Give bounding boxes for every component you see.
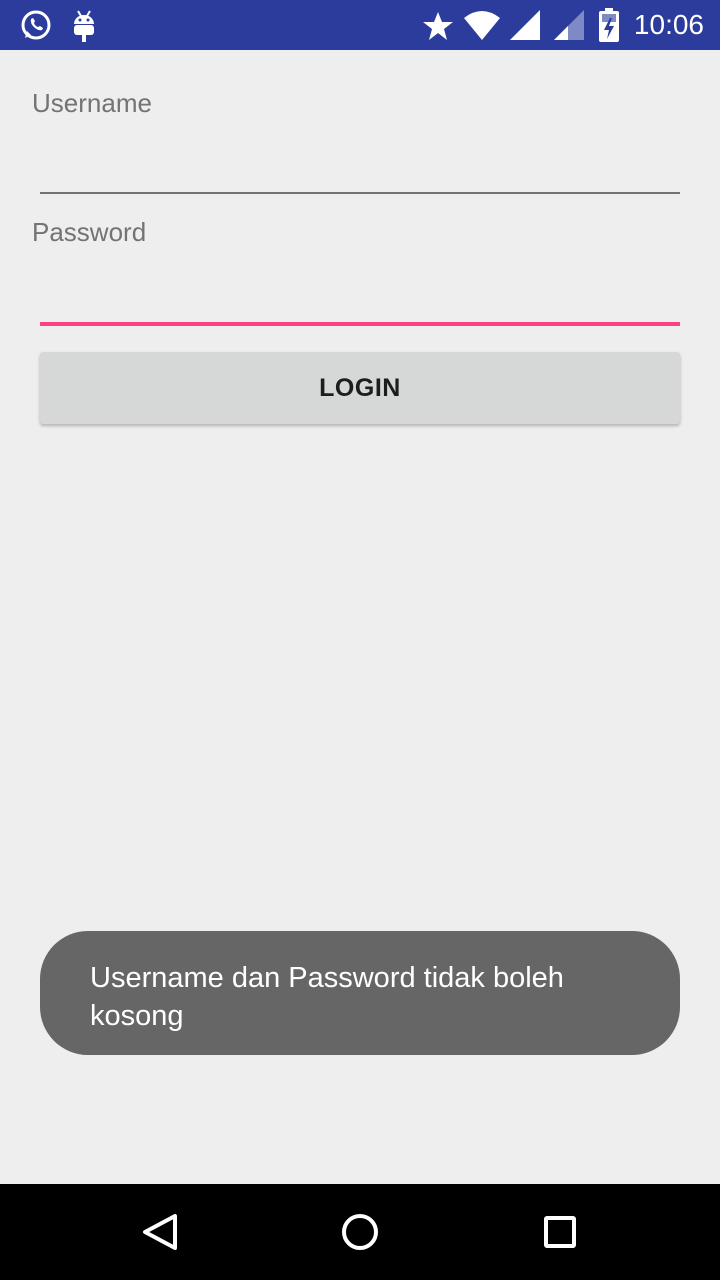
signal-icon — [510, 10, 540, 40]
wifi-icon — [464, 11, 500, 40]
username-label: Username — [32, 88, 152, 118]
toast-message: Username dan Password tidak boleh kosong — [40, 931, 680, 1055]
android-debug-icon — [74, 10, 94, 42]
star-icon — [423, 12, 453, 40]
password-label: Password — [32, 217, 147, 247]
whatsapp-icon — [21, 10, 51, 40]
battery-charging-icon — [599, 8, 619, 42]
home-icon[interactable] — [330, 1202, 390, 1262]
navigation-bar — [0, 1184, 720, 1280]
password-underline — [40, 322, 680, 326]
username-input[interactable] — [40, 146, 680, 190]
status-time: 10:06 — [633, 9, 704, 40]
status-bar: 10:06 — [0, 0, 720, 50]
username-underline — [40, 192, 680, 194]
toast-text: Username dan Password tidak boleh kosong — [90, 962, 564, 1032]
password-input[interactable] — [40, 276, 680, 320]
signal-weak-icon — [554, 10, 584, 40]
back-icon[interactable] — [130, 1202, 190, 1262]
recents-icon[interactable] — [530, 1202, 590, 1262]
login-button[interactable]: LOGIN — [40, 352, 680, 424]
